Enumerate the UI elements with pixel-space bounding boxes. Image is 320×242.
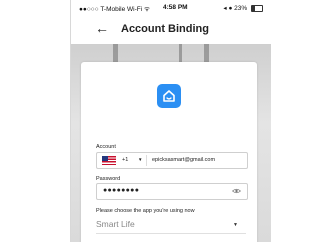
navigation-bar: ← Account Binding <box>71 14 271 45</box>
battery-percent: ◂ ● 23% <box>223 5 248 12</box>
battery-icon <box>251 4 263 12</box>
page-title: Account Binding <box>121 23 209 35</box>
chevron-down-icon[interactable]: ▼ <box>233 222 238 228</box>
clock: 4:58 PM <box>163 4 188 11</box>
password-label: Password <box>96 176 121 182</box>
carrier-label: ●●○○○ T-Mobile Wi-Fi ᯤ <box>79 6 150 13</box>
select-underline <box>96 233 246 234</box>
app-select[interactable]: Smart Life <box>96 219 135 229</box>
phone-screen: ●●○○○ T-Mobile Wi-Fi ᯤ 4:58 PM ◂ ● 23% ←… <box>70 0 271 242</box>
smart-home-icon <box>163 90 175 102</box>
field-divider <box>146 155 147 166</box>
password-input[interactable]: ●●●●●●●● <box>103 187 139 194</box>
eye-icon[interactable] <box>232 188 241 194</box>
status-bar: ●●○○○ T-Mobile Wi-Fi ᯤ 4:58 PM ◂ ● 23% <box>71 0 271 14</box>
back-arrow-icon[interactable]: ← <box>95 20 109 36</box>
status-indicators: ◂ ● 23% <box>223 4 263 12</box>
password-field[interactable]: ●●●●●●●● <box>96 183 248 200</box>
account-field[interactable]: +1 ▼ epicksasmart@gmail.com <box>96 152 248 169</box>
country-code[interactable]: +1 <box>122 157 128 163</box>
email-input[interactable]: epicksasmart@gmail.com <box>152 157 215 163</box>
us-flag-icon[interactable] <box>102 156 116 165</box>
app-choice-prompt: Please choose the app you're using now <box>96 208 195 214</box>
binding-card: Account +1 ▼ epicksasmart@gmail.com Pass… <box>81 62 257 242</box>
account-label: Account <box>96 144 116 150</box>
app-logo <box>157 84 181 108</box>
chevron-down-icon[interactable]: ▼ <box>138 157 142 162</box>
